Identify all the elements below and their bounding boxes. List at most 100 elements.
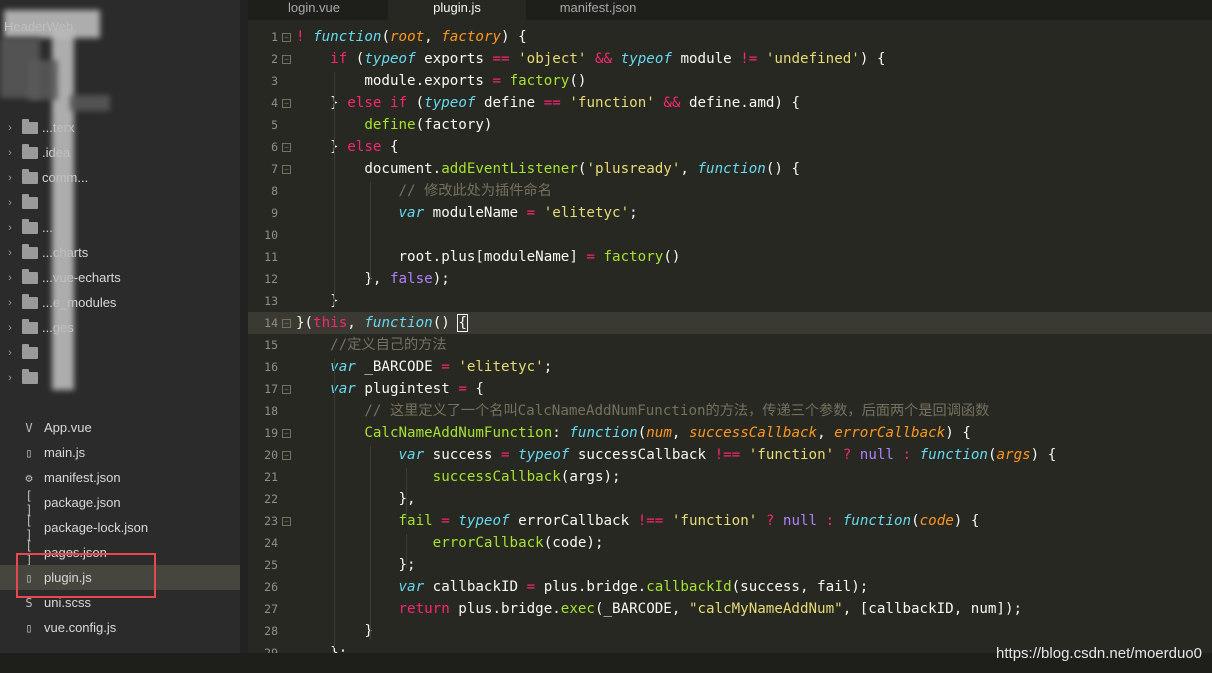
tree-file[interactable]: [ ] package.json — [0, 489, 240, 517]
fold-toggle-icon[interactable]: − — [282, 451, 291, 460]
fold-toggle-icon[interactable]: − — [282, 99, 291, 108]
code-line[interactable]: 20− var success = typeof successCallback… — [248, 444, 1212, 466]
code-line[interactable]: 17− var plugintest = { — [248, 378, 1212, 400]
file-label: package.json — [44, 495, 121, 510]
code-token: (args); — [560, 469, 621, 485]
tree-file[interactable]: V App.vue — [0, 415, 240, 440]
code-text: root.plus[moduleName] = factory() — [296, 246, 680, 268]
code-token: != — [740, 51, 758, 67]
code-token: && — [595, 51, 613, 67]
code-editor[interactable]: 1−! function(root, factory) {2− if (type… — [248, 20, 1212, 653]
code-text: document.addEventListener('plusready', f… — [296, 158, 800, 180]
code-line[interactable]: 25 }; — [248, 554, 1212, 576]
tree-file[interactable]: ⚙ manifest.json — [0, 465, 240, 490]
tree-folder[interactable]: › — [0, 340, 240, 365]
code-line[interactable]: 11 root.plus[moduleName] = factory() — [248, 246, 1212, 268]
fold-toggle-icon[interactable]: − — [282, 33, 291, 42]
chevron-right-icon[interactable]: › — [0, 272, 20, 284]
tree-folder[interactable]: › — [0, 365, 240, 390]
code-line[interactable]: 16 var _BARCODE = 'elitetyc'; — [248, 356, 1212, 378]
code-token: success — [424, 447, 501, 463]
tree-folder[interactable]: › ...ges — [0, 315, 240, 340]
fold-toggle-icon[interactable]: − — [282, 319, 291, 328]
code-line[interactable]: 4− } else if (typeof define == 'function… — [248, 92, 1212, 114]
code-line[interactable]: 27 return plus.bridge.exec(_BARCODE, "ca… — [248, 598, 1212, 620]
code-line[interactable]: 24 errorCallback(code); — [248, 532, 1212, 554]
code-line[interactable]: 5 define(factory) — [248, 114, 1212, 136]
tree-file[interactable]: ▯ vue.config.js — [0, 615, 240, 640]
code-token: , [callbackID, num]); — [842, 601, 1023, 617]
tree-folder[interactable]: › .idea — [0, 140, 240, 165]
chevron-right-icon[interactable]: › — [0, 372, 20, 384]
tree-folder[interactable]: › ...vue-echarts — [0, 265, 240, 290]
fold-toggle-icon[interactable]: − — [282, 429, 291, 438]
code-line[interactable]: 22 }, — [248, 488, 1212, 510]
tree-folder[interactable]: › comm... — [0, 165, 240, 190]
chevron-right-icon[interactable]: › — [0, 247, 20, 259]
tab-manifest-json[interactable]: manifest.json — [528, 0, 668, 20]
chevron-right-icon[interactable]: › — [0, 147, 20, 159]
code-line[interactable]: 1−! function(root, factory) { — [248, 26, 1212, 48]
code-line[interactable]: 19− CalcNameAddNumFunction: function(num… — [248, 422, 1212, 444]
line-number: 5 — [271, 118, 278, 132]
tree-file[interactable]: [ ] package-lock.json — [0, 514, 240, 542]
line-number: 24 — [264, 536, 278, 550]
code-token: function — [919, 447, 988, 463]
code-line[interactable]: 6− } else { — [248, 136, 1212, 158]
code-line[interactable]: 28 } — [248, 620, 1212, 642]
fold-toggle-icon[interactable]: − — [282, 385, 291, 394]
tab-login-vue[interactable]: login.vue — [248, 0, 380, 20]
code-token: ( — [637, 425, 647, 441]
code-token: moduleName — [424, 205, 527, 221]
code-line[interactable]: 13 } — [248, 290, 1212, 312]
code-line[interactable]: 9 var moduleName = 'elitetyc'; — [248, 202, 1212, 224]
chevron-right-icon[interactable]: › — [0, 172, 20, 184]
fold-toggle-icon[interactable]: − — [282, 143, 291, 152]
tree-folder[interactable]: › ...e_modules — [0, 290, 240, 315]
tab-plugin-js[interactable]: plugin.js — [388, 0, 526, 20]
code-line[interactable]: 21 successCallback(args); — [248, 466, 1212, 488]
code-line[interactable]: 2− if (typeof exports == 'object' && typ… — [248, 48, 1212, 70]
code-token: null — [782, 513, 818, 529]
code-token: fail — [398, 513, 433, 529]
code-token: }, — [296, 491, 416, 507]
chevron-right-icon[interactable]: › — [0, 122, 20, 134]
code-token: (_BARCODE, — [594, 601, 689, 617]
code-token: () — [569, 73, 587, 89]
line-number: 7 — [271, 162, 278, 176]
code-line[interactable]: 18 // 这里定义了一个名叫CalcNameAddNumFunction的方法… — [248, 400, 1212, 422]
code-token: ! — [296, 29, 314, 45]
code-line[interactable]: 26 var callbackID = plus.bridge.callback… — [248, 576, 1212, 598]
code-line[interactable]: 14−}(this, function() { — [248, 312, 1212, 334]
tree-folder[interactable]: › ...charts — [0, 240, 240, 265]
code-line[interactable]: 23− fail = typeof errorCallback !== 'fun… — [248, 510, 1212, 532]
chevron-right-icon[interactable]: › — [0, 222, 20, 234]
tree-file[interactable]: ▯ main.js — [0, 440, 240, 465]
redaction-blur — [70, 95, 110, 111]
code-line[interactable]: 8 // 修改此处为插件命名 — [248, 180, 1212, 202]
sidebar-scrollbar[interactable] — [240, 0, 248, 673]
code-token: } — [296, 293, 339, 309]
fold-toggle-icon[interactable]: − — [282, 517, 291, 526]
code-line[interactable]: 7− document.addEventListener('plusready'… — [248, 158, 1212, 180]
code-token: : — [902, 447, 912, 463]
code-line[interactable]: 10 — [248, 224, 1212, 246]
tree-folder[interactable]: › — [0, 190, 240, 215]
code-token: == — [492, 51, 510, 67]
code-line[interactable]: 15 //定义自己的方法 — [248, 334, 1212, 356]
code-line[interactable]: 3 module.exports = factory() — [248, 70, 1212, 92]
folder-icon — [22, 193, 38, 209]
chevron-right-icon[interactable]: › — [0, 322, 20, 334]
tree-folder[interactable]: › ... — [0, 215, 240, 240]
fold-toggle-icon[interactable]: − — [282, 55, 291, 64]
chevron-right-icon[interactable]: › — [0, 297, 20, 309]
tree-folder[interactable]: › ...terx — [0, 115, 240, 140]
code-line[interactable]: 12 }, false); — [248, 268, 1212, 290]
code-token: { — [466, 381, 484, 397]
code-token: }; — [296, 645, 348, 653]
fold-toggle-icon[interactable]: − — [282, 165, 291, 174]
chevron-right-icon[interactable]: › — [0, 347, 20, 359]
chevron-right-icon[interactable]: › — [0, 197, 20, 209]
